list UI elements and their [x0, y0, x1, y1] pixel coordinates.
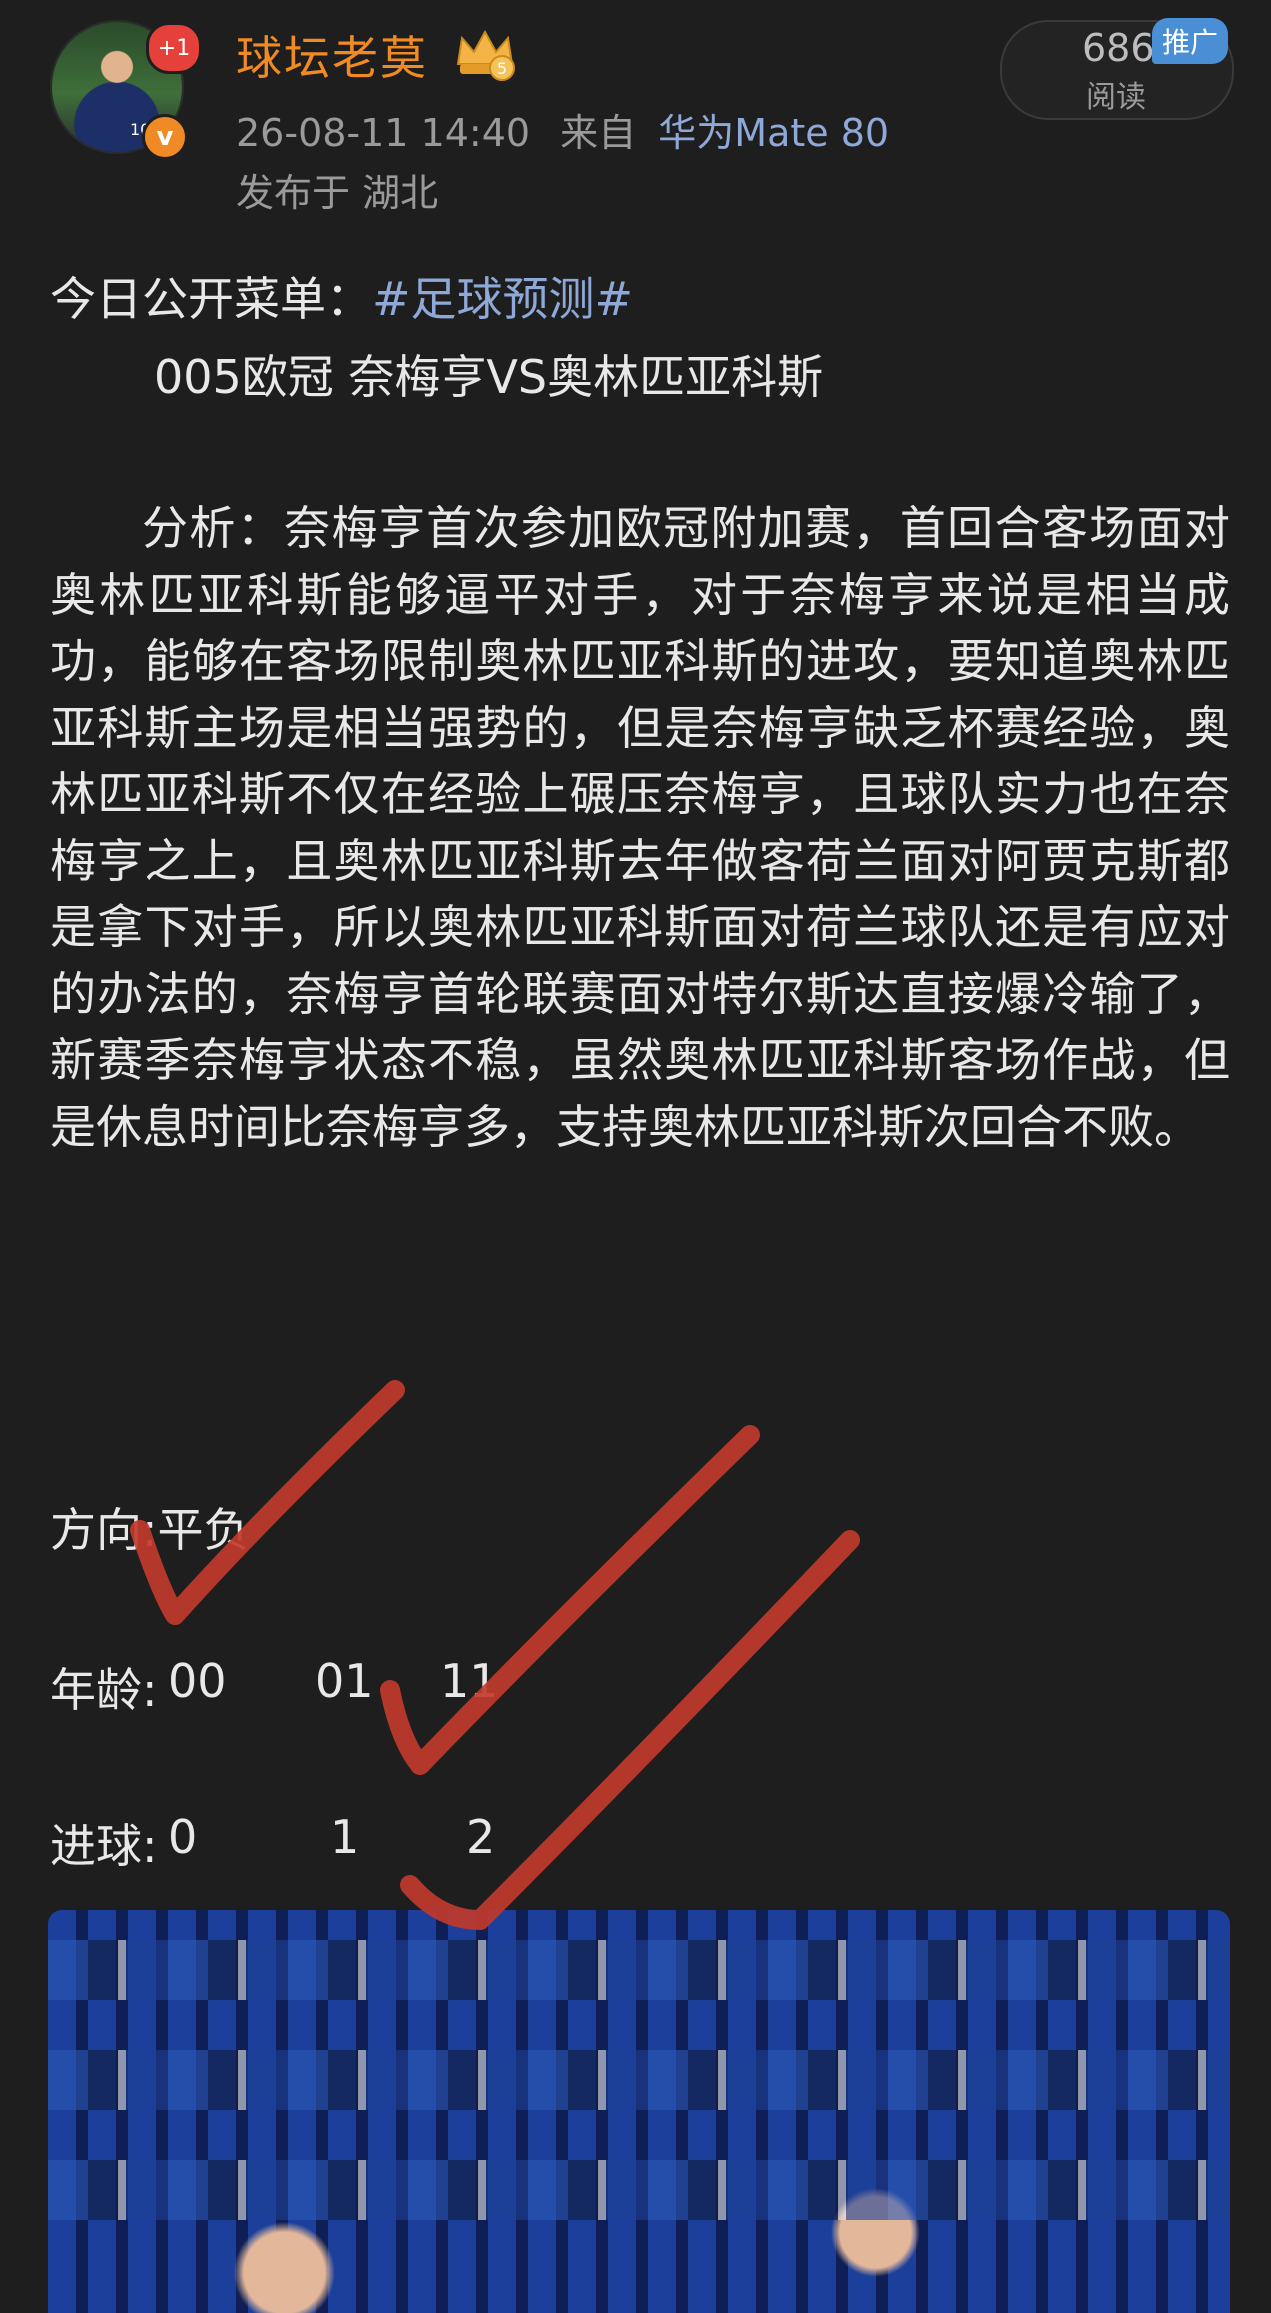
direction-line: 方向:平负: [50, 1503, 250, 1557]
post-image[interactable]: [48, 1910, 1230, 2313]
topic-tag-link[interactable]: #足球预测#: [372, 272, 633, 326]
goals-value: 2: [466, 1810, 496, 1864]
read-count: 686: [1082, 26, 1155, 70]
goals-value: 1: [330, 1810, 360, 1864]
score-line: 年龄: 00 01 11: [50, 1654, 650, 1717]
timestamp: 26-08-11 14:40: [236, 111, 531, 155]
location-text: 发布于 湖北: [236, 171, 439, 215]
crowd-row: [48, 2160, 1230, 2220]
username[interactable]: 球坛老莫: [236, 22, 428, 88]
analysis-paragraph: 分析：奈梅亨首次参加欧冠附加赛，首回合客场面对奥林匹亚科斯能够逼平对手，对于奈梅…: [50, 501, 1230, 1154]
source-prefix: 来自: [560, 111, 637, 155]
match-line: 005欧冠 奈梅亨VS奥林匹亚科斯: [154, 350, 824, 404]
crowd-row: [48, 2050, 1230, 2110]
check-mark-icon: [380, 1425, 760, 1775]
notification-badge: +1: [146, 22, 202, 74]
verified-icon: v: [142, 114, 188, 160]
score-value: 01: [315, 1654, 374, 1708]
goals-label: 进球:: [50, 1819, 158, 1873]
post-meta: 26-08-11 14:40 来自 华为Mate 80: [236, 102, 889, 157]
goals-value: 0: [168, 1810, 198, 1864]
weibo-post-page: 1 0 +1 v 球坛老莫 5 26-08-11 14:40 来自 华为Mate …: [0, 0, 1271, 2313]
promo-badge[interactable]: 推广: [1152, 18, 1228, 64]
score-value: 11: [440, 1654, 499, 1708]
crown-level-icon: 5: [456, 29, 515, 81]
score-value: 00: [168, 1654, 227, 1708]
device-link[interactable]: 华为Mate 80: [658, 111, 889, 155]
intro-label: 今日公开菜单：: [50, 272, 372, 326]
score-label: 年龄:: [50, 1663, 158, 1717]
crowd-row: [48, 1940, 1230, 2000]
level-number: 5: [497, 59, 507, 78]
goals-line: 进球: 0 1 2: [50, 1810, 650, 1873]
read-label: 阅读: [1086, 80, 1146, 115]
intro-line: 今日公开菜单：#足球预测#: [50, 266, 633, 332]
